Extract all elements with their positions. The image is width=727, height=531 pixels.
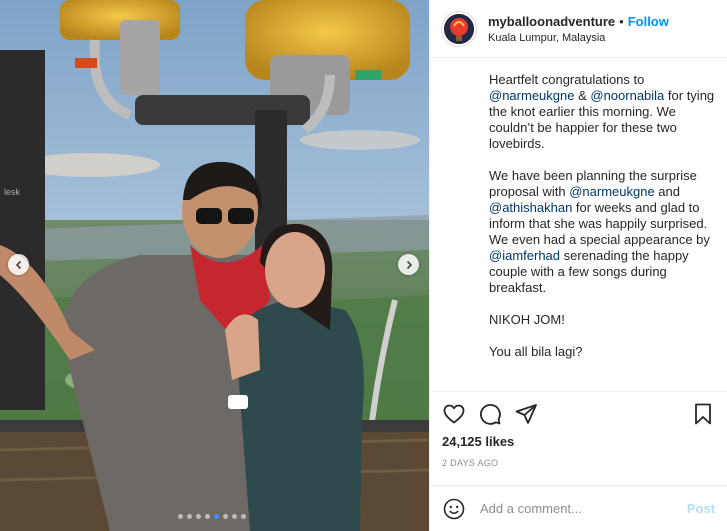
caption-paragraph: NIKOH JOM! [489,312,565,327]
comment-input[interactable] [480,501,687,516]
slide-dot [178,514,183,519]
caption-paragraph: Heartfelt congratulations to @narmeukgne… [489,72,715,152]
slide-dot-active [214,514,219,519]
save-button[interactable] [691,402,715,426]
post-side-panel: myballoonadventure • Follow Kuala Lumpur… [429,0,727,531]
post-timestamp[interactable]: 2 DAYS AGO [442,458,715,468]
slide-dot [241,514,246,519]
likes-count[interactable]: 24,125 likes [442,434,715,449]
avatar[interactable] [442,11,476,46]
previous-slide-button[interactable] [8,254,29,275]
separator-dot: • [619,13,624,29]
username-link[interactable]: myballoonadventure [488,14,615,29]
chevron-left-icon [15,260,21,269]
svg-text:lesk: lesk [4,187,21,197]
mention-link[interactable]: @iamferhad [489,248,560,263]
balloon-logo-icon [444,13,474,44]
mention-link[interactable]: @noornabila [590,88,664,103]
caption-paragraph: We have been planning the surprise propo… [489,168,715,296]
caption-paragraph: You all bila lagi? [489,344,583,359]
mention-link[interactable]: @narmeukgne [489,88,574,103]
slide-dot [223,514,228,519]
emoji-button[interactable] [442,497,466,521]
next-slide-button[interactable] [398,254,419,275]
comment-button[interactable] [478,402,502,426]
instagram-post: lesk myballoonadventure • Follow Kuala L… [0,0,727,531]
comment-icon [480,403,501,425]
like-button[interactable] [442,402,466,426]
chevron-right-icon [406,260,412,269]
post-photo: lesk [0,0,429,531]
slide-indicator [178,514,246,519]
comment-bar: Post [430,485,727,531]
follow-button[interactable]: Follow [628,14,669,29]
mention-link[interactable]: @athishakhan [489,200,572,215]
post-media[interactable]: lesk [0,0,429,531]
post-comment-button[interactable]: Post [687,501,715,516]
share-icon [515,404,537,424]
location-link[interactable]: Kuala Lumpur, Malaysia [488,32,669,44]
heart-icon [443,404,465,424]
share-button[interactable] [514,402,538,426]
mention-link[interactable]: @narmeukgne [569,184,654,199]
slide-dot [187,514,192,519]
slide-dot [205,514,210,519]
slide-dot [232,514,237,519]
caption-text: Heartfelt congratulations to [489,72,645,87]
post-actions: 24,125 likes 2 DAYS AGO [430,391,727,485]
caption-text: & [574,88,591,103]
caption-text: and [654,184,680,199]
bookmark-icon [695,403,711,425]
caption: Heartfelt congratulations to @narmeukgne… [430,58,727,391]
smiley-icon [443,498,465,519]
post-header: myballoonadventure • Follow Kuala Lumpur… [430,0,727,58]
slide-dot [196,514,201,519]
